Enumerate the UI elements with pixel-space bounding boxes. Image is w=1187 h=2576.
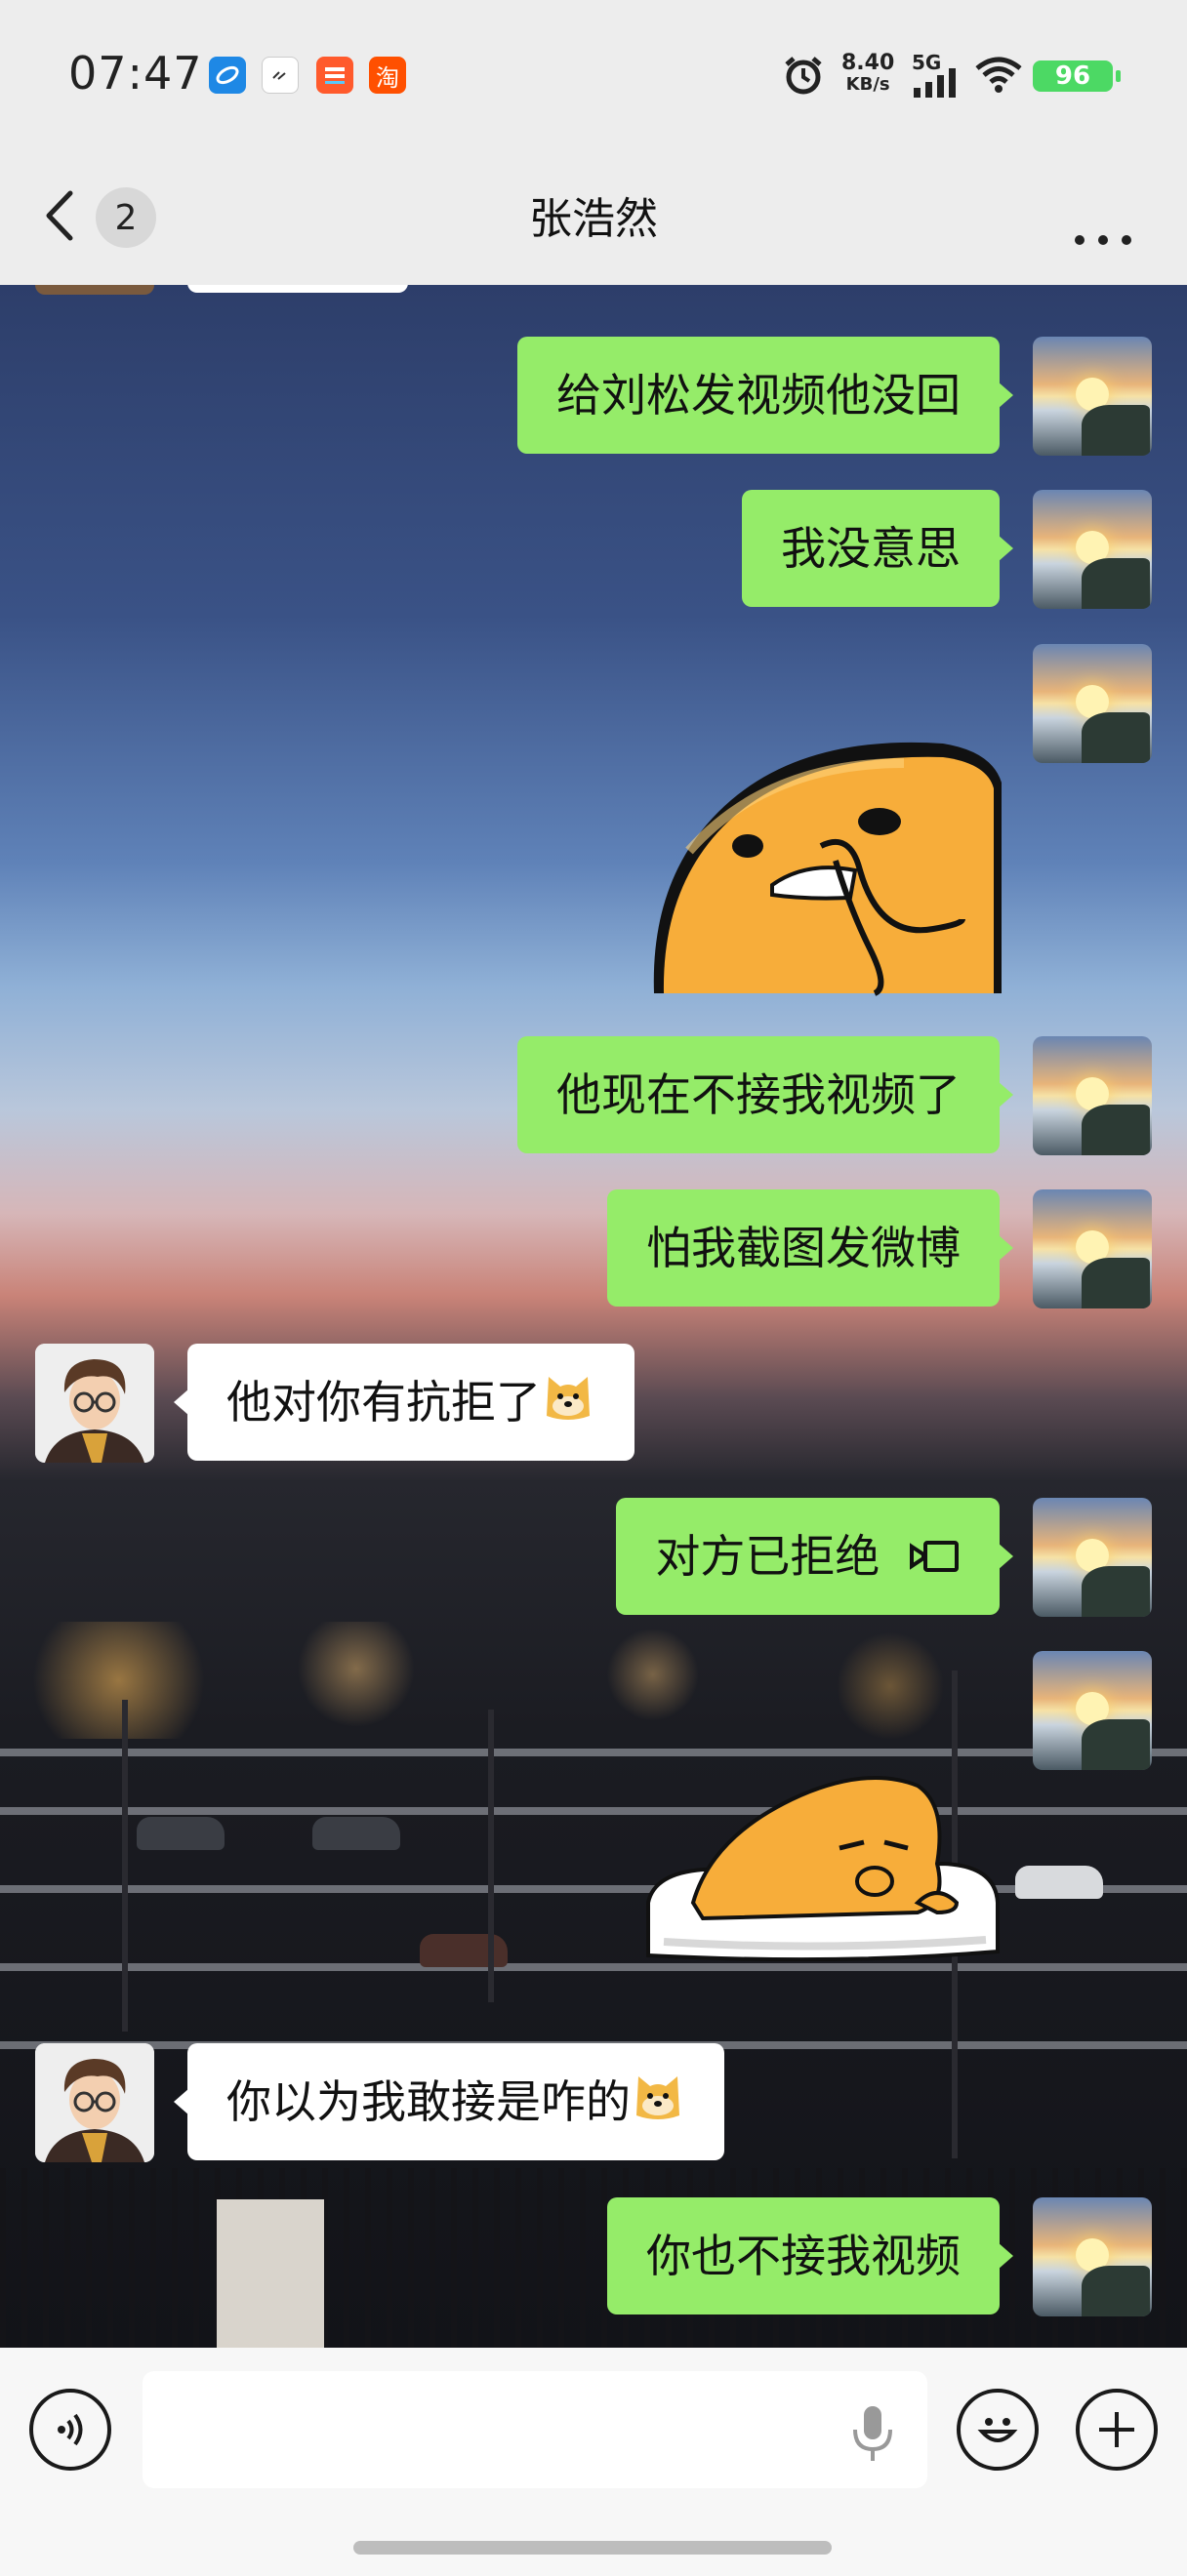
microphone-icon[interactable] [849,2404,896,2467]
my-avatar[interactable] [1033,1498,1152,1617]
message-input[interactable] [143,2371,927,2488]
signal-icon [912,68,961,101]
message-bubble-outgoing[interactable]: 我没意思 [742,490,1013,607]
message-text: 你也不接我视频 [646,2230,961,2282]
status-bar: 07:47 淘 8.40 KB/s 5G 96 [0,0,1187,146]
message-bubble-incoming[interactable]: 你以为我敢接是咋的 [174,2043,724,2160]
message-bubble-outgoing[interactable]: 你也不接我视频 [607,2197,1013,2314]
parked-car [420,1934,508,1967]
previous-message-avatar [35,285,154,295]
chat-title: 张浩然 [529,194,658,244]
message-text: 他对你有抗拒了 [226,1376,541,1429]
home-indicator[interactable] [353,2541,832,2555]
browser-icon [209,57,246,94]
previous-message-bubble [187,285,408,293]
light-pole [122,1700,128,2032]
gudetama-lying-sticker[interactable] [644,1756,1002,1962]
my-avatar[interactable] [1033,1189,1152,1308]
my-avatar[interactable] [1033,1036,1152,1155]
shopping-app-icon [316,57,353,94]
my-avatar[interactable] [1033,1651,1152,1770]
message-bubble-outgoing[interactable]: 他现在不接我视频了 [517,1036,1013,1153]
emoji-face-icon[interactable] [957,2389,1039,2471]
friend-avatar[interactable] [35,2043,154,2162]
friend-avatar[interactable] [35,1344,154,1463]
more-dots-icon[interactable] [1074,211,1132,256]
snow-strip [0,1807,1187,1815]
parked-car [137,1817,225,1850]
message-text: 怕我截图发微博 [646,1222,961,1274]
network-speed: 8.40 KB/s [841,53,894,96]
snow-strip [0,1963,1187,1971]
wifi-icon [974,55,1023,98]
snow-strip [0,1749,1187,1756]
snow-strip [0,1885,1187,1893]
video-call-icon [908,1502,961,1619]
message-text: 他现在不接我视频了 [556,1068,961,1121]
message-bubble-outgoing[interactable]: 给刘松发视频他没回 [517,337,1013,454]
chat-background[interactable]: 给刘松发视频他没回 我没意思 他现在不接我视频了 怕我截图发微博 他对你有抗拒了… [0,285,1187,2348]
voice-mode-icon[interactable] [29,2389,111,2471]
light-pole [488,1710,494,2002]
parked-car [1015,1866,1103,1899]
message-text: 给刘松发视频他没回 [556,369,961,422]
my-avatar[interactable] [1033,490,1152,609]
parked-car [312,1817,400,1850]
battery-indicator: 96 [1033,60,1121,92]
city-lights [0,1622,1187,1739]
message-bubble-incoming[interactable]: 他对你有抗拒了 [174,1344,634,1461]
message-bubble-outgoing[interactable]: 怕我截图发微博 [607,1189,1013,1307]
status-time: 07:47 [68,47,203,100]
message-text: 我没意思 [781,522,961,575]
clock-app-icon [262,57,299,94]
taobao-icon: 淘 [369,57,406,94]
call-status-text: 对方已拒绝 [655,1530,880,1583]
doge-emoji [541,1348,595,1465]
alarm-icon [781,53,826,101]
fence-post [217,2199,324,2348]
my-avatar[interactable] [1033,644,1152,763]
my-avatar[interactable] [1033,337,1152,456]
my-avatar[interactable] [1033,2197,1152,2316]
gudetama-thinking-sticker[interactable] [650,724,1002,997]
input-bar [0,2348,1187,2576]
plus-icon[interactable] [1076,2389,1158,2471]
network-speed-value: 8.40 [841,51,895,75]
doge-emoji [631,2047,685,2164]
message-text: 你以为我敢接是咋的 [226,2075,631,2128]
call-record-bubble[interactable]: 对方已拒绝 [616,1498,1013,1615]
network-speed-unit: KB/s [845,74,890,95]
